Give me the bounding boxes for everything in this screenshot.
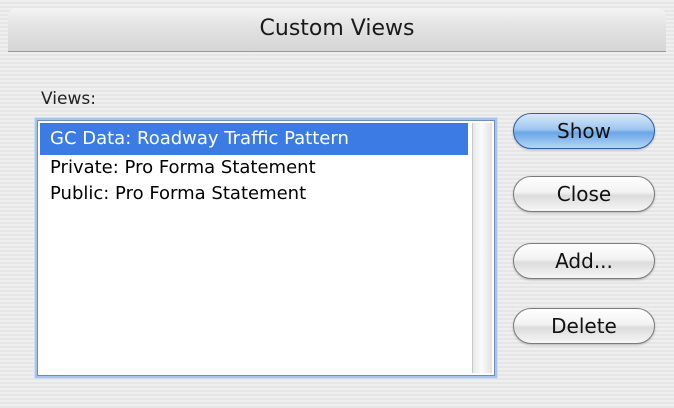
- list-item[interactable]: Public: Pro Forma Statement: [40, 181, 468, 207]
- vertical-scrollbar[interactable]: [472, 123, 492, 373]
- title-bar[interactable]: Custom Views: [8, 8, 666, 52]
- list-item[interactable]: GC Data: Roadway Traffic Pattern: [40, 123, 468, 155]
- add-button[interactable]: Add...: [513, 243, 655, 279]
- list-item[interactable]: Private: Pro Forma Statement: [40, 155, 468, 181]
- custom-views-dialog: Custom Views Views: GC Data: Roadway Tra…: [0, 0, 674, 408]
- views-list: GC Data: Roadway Traffic Pattern Private…: [40, 123, 468, 207]
- views-listbox[interactable]: GC Data: Roadway Traffic Pattern Private…: [37, 120, 495, 376]
- views-label: Views:: [41, 89, 96, 109]
- delete-button[interactable]: Delete: [513, 308, 655, 344]
- dialog-title: Custom Views: [259, 16, 415, 41]
- show-button[interactable]: Show: [513, 113, 655, 149]
- close-button[interactable]: Close: [513, 176, 655, 212]
